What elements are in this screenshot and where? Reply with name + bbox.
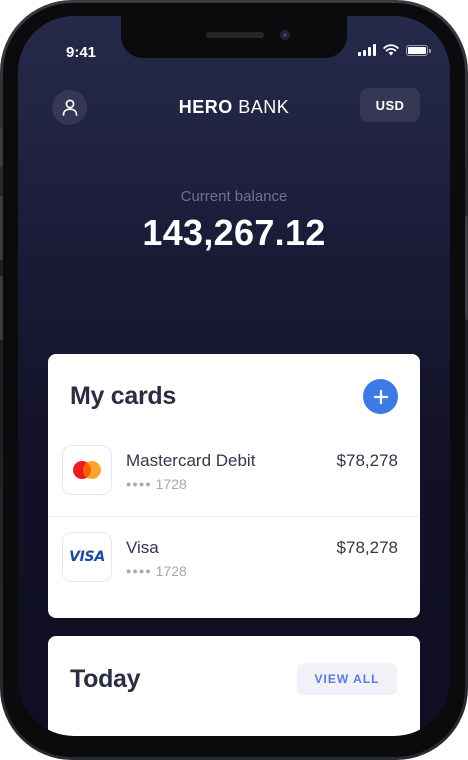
status-time: 9:41 <box>66 44 97 61</box>
balance-value: 143,267.12 <box>142 212 326 253</box>
card-balance: $78,278 <box>336 451 398 470</box>
notch <box>121 16 347 58</box>
my-cards-panel: My cards Mastercard Debit ●●●● 1728 $78,… <box>48 354 420 618</box>
my-cards-title: My cards <box>70 382 176 410</box>
card-number-masked: ●●●● 1728 <box>126 563 187 579</box>
card-name: Mastercard Debit <box>126 451 256 470</box>
mastercard-logo-icon <box>62 445 112 495</box>
card-number-masked: ●●●● 1728 <box>126 476 187 492</box>
side-button-left-3 <box>0 276 3 340</box>
card-row-visa[interactable]: VISA Visa ●●●● 1728 $78,278 <box>48 517 420 603</box>
view-all-button[interactable]: VIEW ALL <box>297 663 397 695</box>
add-card-button[interactable] <box>363 379 398 414</box>
side-button-left-2 <box>0 196 3 260</box>
brand-name-light: BANK <box>238 97 290 117</box>
signal-icon <box>358 44 376 56</box>
visa-logo-icon: VISA <box>62 532 112 582</box>
card-balance: $78,278 <box>336 538 398 557</box>
front-camera <box>280 30 290 40</box>
currency-selector-button[interactable]: USD <box>360 88 420 122</box>
today-title: Today <box>70 665 141 693</box>
speaker-grille <box>206 32 264 38</box>
plus-icon <box>373 389 388 404</box>
app-header: HERO BANK USD <box>18 88 450 128</box>
app-screen: 9:41 HERO BANK USD Current balance 143,2… <box>18 16 450 736</box>
card-name: Visa <box>126 538 159 557</box>
wifi-icon <box>383 44 399 56</box>
status-icons <box>358 44 431 56</box>
brand-name-bold: HERO <box>178 97 233 117</box>
side-button-left <box>0 128 3 166</box>
today-panel: Today VIEW ALL <box>48 636 420 736</box>
balance-label: Current balance <box>180 188 288 205</box>
card-row-mastercard[interactable]: Mastercard Debit ●●●● 1728 $78,278 <box>48 430 420 517</box>
battery-icon <box>406 44 431 56</box>
